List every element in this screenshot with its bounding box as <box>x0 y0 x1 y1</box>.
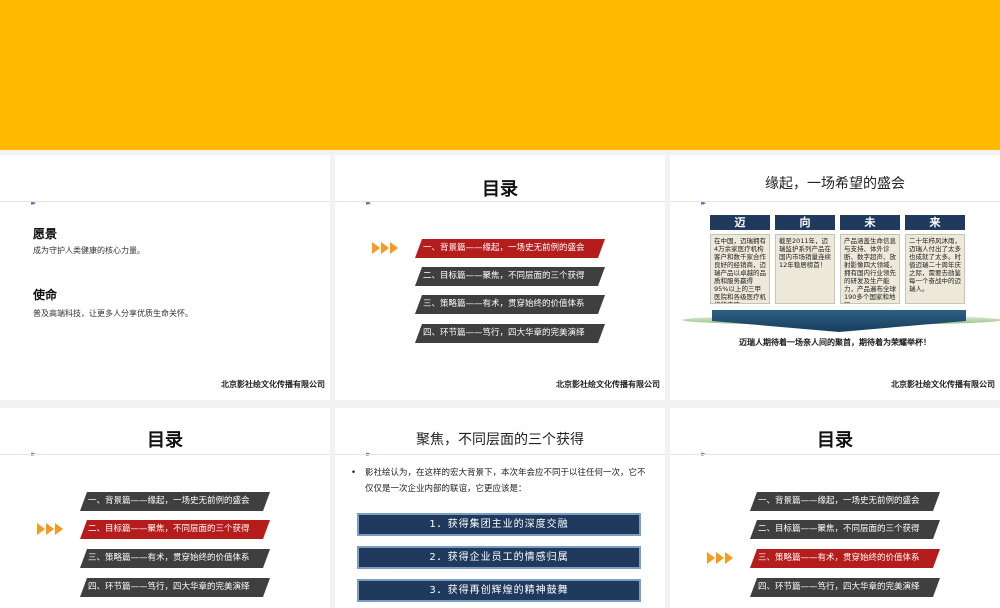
origin-column-1: 迈 在中国，迈瑞拥有4万余家医疗机构客户和数千家合作良好的经销商，迈瑞产品以卓越… <box>710 215 770 304</box>
top-banner <box>0 0 1000 150</box>
slide-toc-3[interactable]: ▸▸ 目录 一、背景篇——缘起，一场史无前例的盛会 二、目标篇——聚焦，不同层面… <box>670 408 1000 608</box>
bullet-icon: • <box>351 468 357 478</box>
toc-item-2[interactable]: 二、目标篇——聚焦，不同层面的三个获得 <box>750 520 940 539</box>
toc-item-3[interactable]: 三、策略篇——有术，贯穿始终的价值体系 <box>80 549 270 568</box>
company-footer: 北京影社绘文化传播有限公司 <box>556 380 660 389</box>
slide-toc-2[interactable]: ▸▸ 目录 一、背景篇——缘起，一场史无前例的盛会 二、目标篇——聚焦，不同层面… <box>0 408 330 608</box>
column-text: 在中国，迈瑞拥有4万余家医疗机构客户和数千家合作良好的经销商，迈瑞产品以卓越的品… <box>710 234 770 304</box>
origin-column-4: 来 二十年栉风沐雨，迈瑞人付出了太多也成就了太多。时值迈瑞二十周年庆之际，需要去… <box>905 215 965 304</box>
toc-item-2[interactable]: 二、目标篇——聚焦，不同层面的三个获得 <box>415 267 605 286</box>
toc-item-1[interactable]: 一、背景篇——缘起，一场史无前例的盛会 <box>750 492 940 511</box>
toc-item-3[interactable]: 三、策略篇——有术，贯穿始终的价值体系 <box>415 295 605 314</box>
company-footer: 北京影社绘文化传播有限公司 <box>221 380 325 389</box>
slide-focus[interactable]: ▸▸ 聚焦，不同层面的三个获得 • 影社绘认为，在这样的宏大背景下，本次年会应不… <box>335 408 665 608</box>
pointer-arrows-icon <box>37 523 63 535</box>
slide-origin[interactable]: ▸▸ 缘起，一场希望的盛会 迈 在中国，迈瑞拥有4万余家医疗机构客户和数千家合作… <box>670 155 1000 400</box>
slide-caption: 迈瑞人期待着一场亲人间的聚首，期待着为荣耀举杯！ <box>739 338 931 347</box>
divider <box>0 201 330 202</box>
goal-bar-3: 3．获得再创辉煌的精神鼓舞 <box>357 579 641 602</box>
toc-title: 目录 <box>482 179 518 200</box>
vision-heading: 愿景 <box>33 227 58 241</box>
column-text: 截至2011年，迈瑞监护系列产品在国内市场销量连续12年稳居榜首！ <box>775 234 835 304</box>
column-head: 未 <box>840 215 900 230</box>
toc-item-1[interactable]: 一、背景篇——缘起，一场史无前例的盛会 <box>415 239 605 258</box>
slide-body: • 影社绘认为，在这样的宏大背景下，本次年会应不同于以往任何一次，它不仅仅是一次… <box>351 465 651 497</box>
origin-column-2: 向 截至2011年，迈瑞监护系列产品在国内市场销量连续12年稳居榜首！ <box>775 215 835 304</box>
origin-column-3: 未 产品涵盖生命信息与支持、体外诊断、数字超声、放射影像四大领域，拥有国内行业领… <box>840 215 900 304</box>
column-text: 产品涵盖生命信息与支持、体外诊断、数字超声、放射影像四大领域，拥有国内行业领先的… <box>840 234 900 304</box>
column-head: 向 <box>775 215 835 230</box>
column-head: 迈 <box>710 215 770 230</box>
toc-item-4[interactable]: 四、环节篇——笃行，四大华章的完美演绎 <box>415 324 605 343</box>
pointer-arrows-icon <box>707 552 733 564</box>
goal-bar-2: 2．获得企业员工的情感归属 <box>357 546 641 569</box>
pointer-arrows-icon <box>372 242 398 254</box>
toc-item-3[interactable]: 三、策略篇——有术，贯穿始终的价值体系 <box>750 549 940 568</box>
divider <box>670 454 1000 455</box>
toc-item-4[interactable]: 四、环节篇——笃行，四大华章的完美演绎 <box>80 578 270 597</box>
bullet-text: 影社绘认为，在这样的宏大背景下，本次年会应不同于以往任何一次，它不仅仅是一次企业… <box>365 468 646 494</box>
mission-heading: 使命 <box>33 288 58 302</box>
toc-item-4[interactable]: 四、环节篇——笃行，四大华章的完美演绎 <box>750 578 940 597</box>
slide-vision-mission[interactable]: ▸▸ 愿景 成为守护人类健康的核心力量。 使命 普及高端科技，让更多人分享优质生… <box>0 155 330 400</box>
vision-text: 成为守护人类健康的核心力量。 <box>33 246 145 255</box>
goal-bar-1: 1．获得集团主业的深度交融 <box>357 513 641 536</box>
column-text: 二十年栉风沐雨，迈瑞人付出了太多也成就了太多。时值迈瑞二十周年庆之际，需要去勋鉴… <box>905 234 965 304</box>
column-head: 来 <box>905 215 965 230</box>
slide-title: 缘起，一场希望的盛会 <box>765 176 905 192</box>
company-footer: 北京影社绘文化传播有限公司 <box>891 380 995 389</box>
mission-text: 普及高端科技，让更多人分享优质生命关怀。 <box>33 309 193 318</box>
toc-item-2[interactable]: 二、目标篇——聚焦，不同层面的三个获得 <box>80 520 270 539</box>
divider <box>335 454 665 455</box>
divider <box>670 201 1000 202</box>
slide-toc-1[interactable]: ▸▸ 目录 一、背景篇——缘起，一场史无前例的盛会 二、目标篇——聚焦，不同层面… <box>335 155 665 400</box>
divider <box>0 454 330 455</box>
slide-title: 聚焦，不同层面的三个获得 <box>416 432 584 448</box>
toc-title: 目录 <box>817 430 853 451</box>
arrow-banner <box>712 310 966 332</box>
toc-title: 目录 <box>147 430 183 451</box>
toc-item-1[interactable]: 一、背景篇——缘起，一场史无前例的盛会 <box>80 492 270 511</box>
divider <box>335 201 665 202</box>
